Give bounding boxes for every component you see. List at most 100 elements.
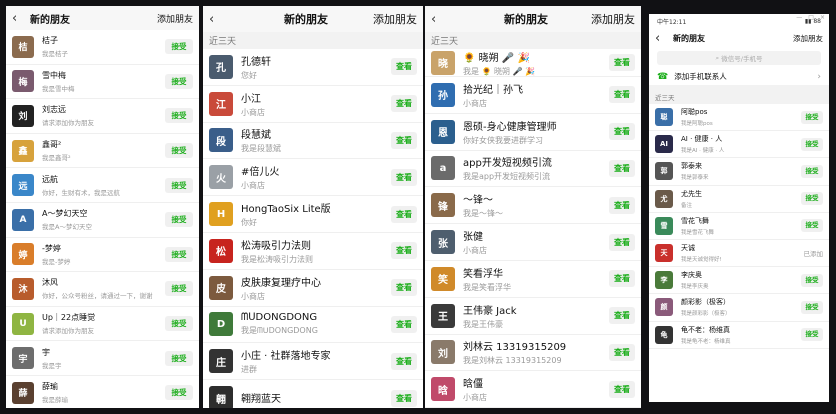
list-item[interactable]: AI AI · 健康 · 人我是AI · 健康 · 人接受 [649,131,829,159]
view-button[interactable]: 查看 [391,242,417,260]
list-item[interactable]: 松松涛吸引力法则 我是松涛吸引力法则 查看 [203,233,423,270]
accept-button[interactable]: 接受 [801,110,823,124]
list-item[interactable]: 笑笑看浮华 我是笑看浮华 查看 [425,261,641,298]
view-button[interactable]: 查看 [609,86,635,104]
accept-button[interactable]: 接受 [801,164,823,178]
list-item[interactable]: 婷 -梦婷 我是-梦婷 接受 [6,238,199,273]
list-item[interactable]: 颜颜彩影（极客） 我是颜彩影（极客） 接受 [649,294,829,322]
accept-button[interactable]: 接受 [165,350,193,366]
close-icon[interactable]: × [820,14,825,22]
view-button[interactable]: 查看 [609,233,635,251]
list-item[interactable]: a app开发短视频引流 我是app开发短视频引流 查看 [425,151,641,188]
add-friend-button[interactable]: 添加朋友 [591,11,635,27]
list-item[interactable]: 火 #倍儿火 小商店 查看 [203,159,423,197]
view-button[interactable]: 查看 [391,95,417,113]
accept-button[interactable]: 接受 [165,316,193,332]
list-item[interactable]: 锋 ～锋～ 我是～锋～ 查看 [425,187,641,225]
list-item[interactable]: D ᗰᑌDONGDONG 我是ᗰᑌDONGDONG 查看 [203,307,423,344]
view-button[interactable]: 查看 [391,168,417,186]
view-button[interactable]: 查看 [391,352,417,370]
list-item[interactable]: 王王伟豪 Jack 我是王伟豪 查看 [425,298,641,335]
view-button[interactable]: 查看 [391,389,417,407]
list-item[interactable]: 张张健 小商店 查看 [425,224,641,261]
list-item[interactable]: 桔桔子 我是桔子 接受 [6,30,199,65]
view-button[interactable]: 查看 [609,343,635,361]
back-icon[interactable]: ‹ [655,31,673,46]
list-item[interactable]: 刘刘志远 请求添加你为朋友 接受 [6,99,199,134]
list-item[interactable]: A A～梦幻天空 我是A～梦幻天空 接受 [6,203,199,238]
item-text: 段慧斌 我是段慧斌 [241,126,391,154]
request-message: 我是 🌻 晓朔 🎤 🎉 [463,66,536,76]
view-button[interactable]: 查看 [609,54,635,71]
list-item[interactable]: 晗晗僵 小商店 查看 [425,371,641,408]
accept-button[interactable]: 接受 [165,73,193,89]
list-item[interactable]: 梅雪中梅 我是雪中梅 接受 [6,65,199,100]
view-button[interactable]: 查看 [609,123,635,141]
list-item[interactable]: 雪雪花飞舞 我是雪花飞舞 接受 [649,213,829,240]
contact-name: Up｜22点睡觉 [42,313,96,323]
contact-name: 小庄 · 社群落地专家 [241,351,331,363]
list-item[interactable]: 皮皮肤康复理疗中心 小商店 查看 [203,270,423,307]
list-item[interactable]: 刘刘林云 13319315209 我是刘林云 13319315209 查看 [425,335,641,372]
list-item[interactable]: 郭郭泰来 我是郭泰来 接受 [649,158,829,186]
list-item[interactable]: 江小江 小商店 查看 [203,86,423,123]
list-item[interactable]: 龟龟不老：杨维真 我是龟不老：杨维真 接受 [649,322,829,349]
list-item[interactable]: 宇宇我是宇 接受 [6,341,199,376]
accept-button[interactable]: 接受 [165,108,193,124]
accept-button[interactable]: 接受 [165,212,193,228]
view-button[interactable]: 查看 [609,270,635,288]
request-message: 我是松涛吸引力法则 [241,254,313,264]
accept-button[interactable]: 接受 [801,273,823,287]
contact-name: HongTaoSix Lite版 [241,204,331,216]
list-item[interactable]: 聪阿聪pos 我是阿聪pos 接受 [649,104,829,132]
contact-name: 笑看浮华 [463,268,503,280]
list-item[interactable]: 孔孔德轩 您好 查看 [203,49,423,86]
list-item[interactable]: 沐沐风 你好，公众号粉丝，请通过一下，谢谢 接受 [6,272,199,307]
accept-button[interactable]: 接受 [165,39,193,55]
add-friend-button[interactable]: 添加朋友 [793,33,823,44]
back-icon[interactable]: ‹ [12,11,30,26]
list-item[interactable]: 李李庆奥 我是李庆奥 接受 [649,267,829,295]
accept-button[interactable]: 接受 [801,219,823,233]
list-item[interactable]: 晓 🌻 晓朔 🎤 🎉 我是 🌻 晓朔 🎤 🎉 查看 [425,49,641,77]
list-item[interactable]: 恩恩硕-身心健康管理师 你好女侠我要进群学习 查看 [425,114,641,151]
back-icon[interactable]: ‹ [209,12,239,27]
add-phone-contacts-row[interactable]: ☎ 添加手机联系人 › [649,68,829,90]
accept-button[interactable]: 接受 [801,300,823,314]
list-item[interactable]: 尤尤先生 备注 接受 [649,186,829,213]
accept-button[interactable]: 接受 [801,328,823,342]
list-item[interactable]: 庄小庄 · 社群落地专家 进群 查看 [203,343,423,381]
view-button[interactable]: 查看 [609,196,635,214]
view-button[interactable]: 查看 [391,279,417,297]
view-button[interactable]: 查看 [391,58,417,76]
list-item[interactable]: 远远航 你好，生财有术，我是远航 接受 [6,168,199,203]
list-item[interactable]: 鑫鑫哥² 我是鑫哥² 接受 [6,134,199,169]
list-item[interactable]: 孙拾光纪｜孙飞 小商店 查看 [425,77,641,114]
contact-name: 宇 [42,347,50,357]
accept-button[interactable]: 接受 [165,281,193,297]
accept-button[interactable]: 接受 [165,177,193,193]
back-icon[interactable]: ‹ [431,12,461,27]
add-friend-button[interactable]: 添加朋友 [157,12,193,25]
accept-button[interactable]: 接受 [801,192,823,206]
view-button[interactable]: 查看 [609,159,635,177]
accept-button[interactable]: 接受 [165,385,193,401]
accept-button[interactable]: 接受 [801,137,823,151]
list-item[interactable]: U Up｜22点睡觉 请求添加你为朋友 接受 [6,307,199,342]
accept-button[interactable]: 接受 [165,143,193,159]
add-friend-button[interactable]: 添加朋友 [373,11,417,27]
minimize-icon[interactable]: — [796,14,802,22]
view-button[interactable]: 查看 [391,131,417,149]
list-item[interactable]: 薛薛瑜 我是薛瑜 接受 [6,376,199,408]
maximize-icon[interactable]: □ [808,14,814,22]
view-button[interactable]: 查看 [391,205,417,223]
list-item[interactable]: 段段慧斌 我是段慧斌 查看 [203,123,423,160]
list-item[interactable]: 翱翱翔蓝天 查看 [203,380,423,408]
view-button[interactable]: 查看 [609,307,635,325]
view-button[interactable]: 查看 [391,315,417,333]
view-button[interactable]: 查看 [609,380,635,398]
search-input[interactable]: ⌕ 微信号/手机号 [657,51,821,65]
list-item[interactable]: H HongTaoSix Lite版 你好 查看 [203,196,423,233]
accept-button[interactable]: 接受 [165,246,193,262]
list-item[interactable]: 天天诚 我是天诚觉得好! 已添加 [649,240,829,268]
